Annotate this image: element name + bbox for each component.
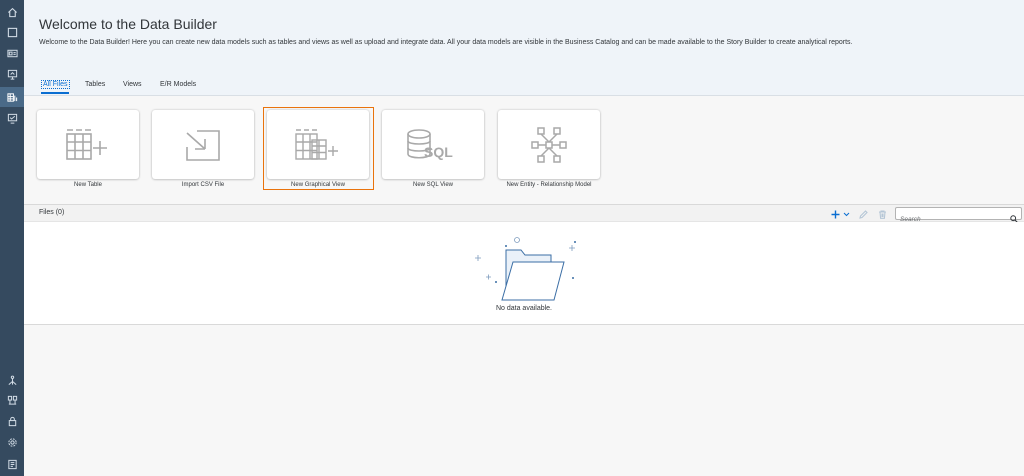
- tile-label: New Entity - Relationship Model: [506, 182, 592, 188]
- sql-icon: SQL: [382, 110, 484, 179]
- svg-text:SQL: SQL: [424, 144, 453, 160]
- presentation-icon[interactable]: [0, 64, 24, 84]
- import-icon: [152, 110, 254, 179]
- home-icon[interactable]: [0, 2, 24, 22]
- tile-label: New Table: [74, 182, 102, 188]
- tab-all-files[interactable]: All Files: [41, 80, 70, 89]
- files-count-title: Files (0): [39, 209, 65, 216]
- edit-icon[interactable]: [858, 208, 868, 220]
- page-description: Welcome to the Data Builder! Here you ca…: [39, 39, 853, 46]
- monitor-icon[interactable]: [0, 108, 24, 128]
- tile-label: New SQL View: [412, 182, 454, 188]
- data-builder-icon[interactable]: [0, 87, 24, 107]
- add-icon[interactable]: [830, 208, 840, 220]
- new-sql-view-tile[interactable]: SQL: [382, 110, 484, 179]
- delete-icon[interactable]: [877, 208, 887, 220]
- empty-folder-icon: [475, 237, 576, 301]
- search-field[interactable]: [895, 207, 1022, 225]
- side-navigation: [0, 0, 24, 476]
- tab-selected-indicator: [41, 92, 69, 94]
- id-card-icon[interactable]: [0, 43, 24, 63]
- table-add-icon: [37, 110, 139, 179]
- files-toolbar: Files (0): [24, 204, 1024, 225]
- page-background: [24, 325, 1024, 476]
- chevron-down-icon[interactable]: [842, 208, 850, 220]
- square-icon[interactable]: [0, 22, 24, 42]
- empty-state-text: No data available.: [495, 305, 553, 312]
- network-icon[interactable]: [0, 370, 24, 390]
- page-title: Welcome to the Data Builder: [39, 16, 217, 32]
- files-list: No data available.: [24, 222, 1024, 325]
- selected-tile-highlight: [263, 107, 374, 190]
- lock-icon[interactable]: [0, 411, 24, 431]
- tab-er-models[interactable]: E/R Models: [160, 81, 196, 88]
- tab-views[interactable]: Views: [123, 81, 142, 88]
- import-csv-tile[interactable]: [152, 110, 254, 179]
- er-model-icon: [498, 110, 600, 179]
- tab-tables[interactable]: Tables: [85, 81, 105, 88]
- document-icon[interactable]: [0, 454, 24, 474]
- new-er-model-tile[interactable]: [498, 110, 600, 179]
- tile-label: Import CSV File: [181, 182, 225, 188]
- new-table-tile[interactable]: [37, 110, 139, 179]
- gear-icon[interactable]: [0, 432, 24, 452]
- hierarchy-icon[interactable]: [0, 390, 24, 410]
